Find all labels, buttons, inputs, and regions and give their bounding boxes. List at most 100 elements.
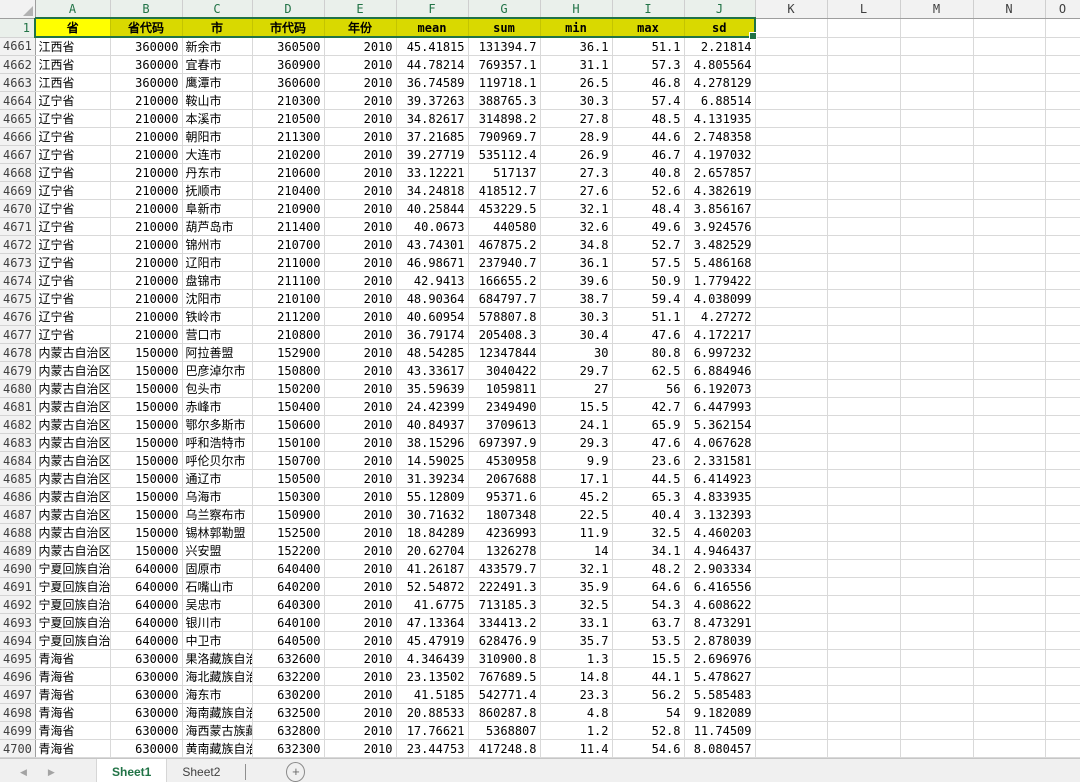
cell-min[interactable]: 32.1 (540, 560, 612, 578)
row-header[interactable]: 4677 (0, 326, 35, 344)
cell-city[interactable]: 大连市 (182, 146, 252, 164)
cell-province-code[interactable]: 630000 (110, 722, 182, 740)
cell-min[interactable]: 27.6 (540, 182, 612, 200)
tab-nav-next-icon[interactable]: ▶ (48, 767, 55, 778)
cell-max[interactable]: 54 (612, 704, 684, 722)
cell-empty[interactable] (973, 200, 1045, 218)
row-header[interactable]: 4695 (0, 650, 35, 668)
row-header[interactable]: 4681 (0, 398, 35, 416)
cell-sum[interactable]: 453229.5 (468, 200, 540, 218)
cell-sd[interactable]: 3.132393 (684, 506, 755, 524)
cell-sum[interactable]: 314898.2 (468, 110, 540, 128)
cell-empty[interactable] (1045, 614, 1080, 632)
cell-province[interactable]: 宁夏回族自治区 (35, 632, 110, 650)
cell-sd[interactable]: 3.924576 (684, 218, 755, 236)
cell-city-code[interactable]: 210800 (252, 326, 324, 344)
cell-year[interactable]: 2010 (324, 596, 396, 614)
cell-sd[interactable]: 2.878039 (684, 632, 755, 650)
cell-sd[interactable]: 6.414923 (684, 470, 755, 488)
cell-year[interactable]: 2010 (324, 74, 396, 92)
cell-empty[interactable] (755, 164, 827, 182)
cell-province[interactable]: 宁夏回族自治区 (35, 578, 110, 596)
cell-empty[interactable] (900, 110, 973, 128)
cell-max[interactable]: 54.6 (612, 740, 684, 758)
cell-city[interactable]: 本溪市 (182, 110, 252, 128)
cell-empty[interactable] (900, 506, 973, 524)
row-header[interactable]: 4669 (0, 182, 35, 200)
cell-sum[interactable]: 12347844 (468, 344, 540, 362)
cell-sd[interactable]: 2.748358 (684, 128, 755, 146)
cell-min[interactable]: 45.2 (540, 488, 612, 506)
cell-city[interactable]: 沈阳市 (182, 290, 252, 308)
cell-empty[interactable] (1045, 146, 1080, 164)
cell-sd[interactable]: 4.278129 (684, 74, 755, 92)
cell-sd[interactable]: 8.473291 (684, 614, 755, 632)
cell-min[interactable]: 11.4 (540, 740, 612, 758)
cell-city[interactable]: 海东市 (182, 686, 252, 704)
cell-year[interactable]: 2010 (324, 740, 396, 758)
cell-province[interactable]: 青海省 (35, 722, 110, 740)
cell-empty[interactable] (1045, 632, 1080, 650)
cell-empty[interactable] (973, 128, 1045, 146)
cell-empty[interactable] (755, 272, 827, 290)
cell-empty[interactable] (1045, 344, 1080, 362)
cell-min[interactable]: 14 (540, 542, 612, 560)
cell-empty[interactable] (755, 146, 827, 164)
cell-header-city[interactable]: 市 (182, 18, 252, 37)
cell-empty[interactable] (1045, 182, 1080, 200)
cell-province[interactable]: 内蒙古自治区 (35, 362, 110, 380)
cell-mean[interactable]: 34.82617 (396, 110, 468, 128)
cell-city[interactable]: 石嘴山市 (182, 578, 252, 596)
cell-min[interactable]: 9.9 (540, 452, 612, 470)
cell-sum[interactable]: 237940.7 (468, 254, 540, 272)
cell-header-year[interactable]: 年份 (324, 18, 396, 37)
cell-city-code[interactable]: 211200 (252, 308, 324, 326)
cell-min[interactable]: 30 (540, 344, 612, 362)
cell-empty[interactable] (827, 470, 900, 488)
cell-empty[interactable] (827, 272, 900, 290)
cell-year[interactable]: 2010 (324, 200, 396, 218)
cell-empty[interactable] (900, 182, 973, 200)
cell-sum[interactable]: 684797.7 (468, 290, 540, 308)
cell-province[interactable]: 内蒙古自治区 (35, 542, 110, 560)
cell-empty[interactable] (755, 470, 827, 488)
cell-min[interactable]: 23.3 (540, 686, 612, 704)
cell-empty[interactable] (755, 614, 827, 632)
cell-sd[interactable]: 3.482529 (684, 236, 755, 254)
cell-empty[interactable] (900, 254, 973, 272)
cell-empty[interactable] (755, 560, 827, 578)
cell-min[interactable]: 35.7 (540, 632, 612, 650)
cell-empty[interactable] (900, 434, 973, 452)
cell-empty[interactable] (827, 578, 900, 596)
cell-empty[interactable] (900, 308, 973, 326)
cell-empty[interactable] (973, 290, 1045, 308)
cell-province[interactable]: 江西省 (35, 56, 110, 74)
cell-city[interactable]: 锡林郭勒盟 (182, 524, 252, 542)
row-header[interactable]: 1 (0, 18, 35, 37)
row-header[interactable]: 4666 (0, 128, 35, 146)
cell-min[interactable]: 11.9 (540, 524, 612, 542)
cell-max[interactable]: 62.5 (612, 362, 684, 380)
cell-city[interactable]: 赤峰市 (182, 398, 252, 416)
cell-max[interactable]: 65.3 (612, 488, 684, 506)
cell-sum[interactable]: 517137 (468, 164, 540, 182)
column-header-o[interactable]: O (1045, 0, 1080, 18)
row-header[interactable]: 4682 (0, 416, 35, 434)
cell-province-code[interactable]: 150000 (110, 434, 182, 452)
cell-empty[interactable] (900, 236, 973, 254)
cell-province-code[interactable]: 210000 (110, 326, 182, 344)
cell-empty[interactable] (1045, 18, 1080, 37)
cell-city-code[interactable]: 632200 (252, 668, 324, 686)
cell-empty[interactable] (827, 524, 900, 542)
cell-sd[interactable]: 4.27272 (684, 308, 755, 326)
row-header[interactable]: 4696 (0, 668, 35, 686)
cell-year[interactable]: 2010 (324, 434, 396, 452)
row-header[interactable]: 4689 (0, 542, 35, 560)
cell-empty[interactable] (755, 308, 827, 326)
cell-sd[interactable]: 4.197032 (684, 146, 755, 164)
cell-empty[interactable] (827, 37, 900, 56)
cell-sum[interactable]: 222491.3 (468, 578, 540, 596)
cell-empty[interactable] (827, 128, 900, 146)
cell-sd[interactable]: 6.192073 (684, 380, 755, 398)
cell-empty[interactable] (973, 416, 1045, 434)
